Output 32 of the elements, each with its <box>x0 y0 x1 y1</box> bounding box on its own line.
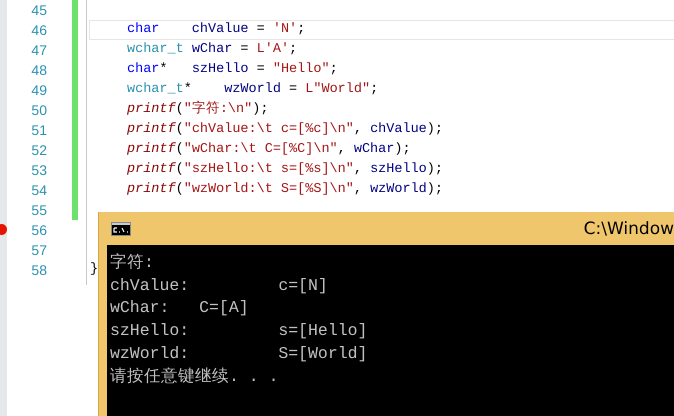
line-number: 55 <box>31 202 47 218</box>
code-line: wchar_t wChar = L'A'; <box>126 41 298 59</box>
line-number: 46 <box>31 22 47 38</box>
console-icon <box>111 222 131 236</box>
line-number: 51 <box>31 122 47 138</box>
line-number: 53 <box>31 162 47 178</box>
code-line: printf("wzWorld:\t S=[%S]\n", wzWorld); <box>126 181 444 199</box>
line-number: 57 <box>31 242 47 258</box>
line-number: 45 <box>31 2 47 18</box>
line-number: 56 <box>31 222 47 238</box>
code-line: printf("wChar:\t C=[%C]\n", wChar); <box>126 141 412 159</box>
line-number: 48 <box>31 62 47 78</box>
console-output-line: 字符: <box>110 252 155 274</box>
line-number: 50 <box>31 102 47 118</box>
line-number: 52 <box>31 142 47 158</box>
code-line: printf("szHello:\t s=[%s]\n", szHello); <box>126 161 444 179</box>
code-line: wchar_t* wzWorld = L"World"; <box>126 81 380 99</box>
line-number: 54 <box>31 182 47 198</box>
console-output-line: szHello: s=[Hello] <box>110 320 368 342</box>
code-line: printf("字符:\n"); <box>126 100 270 119</box>
current-code-line: char chValue = 'N'; <box>89 20 674 40</box>
console-output-line: wzWorld: S=[World] <box>110 342 368 365</box>
console-output-line: 请按任意键继续. . . <box>110 366 280 388</box>
line-number: 58 <box>31 262 47 278</box>
console-title: C:\Window <box>584 218 674 238</box>
line-number: 49 <box>31 82 47 98</box>
console-output-line: wChar: C=[A] <box>110 297 250 320</box>
console-output-line: chValue: c=[N] <box>110 274 329 297</box>
code-line: char* szHello = "Hello"; <box>126 61 339 79</box>
code-line: } <box>89 261 100 279</box>
line-number: 47 <box>31 42 47 58</box>
code-line: printf("chValue:\t c=[%c]\n", chValue); <box>126 121 444 139</box>
